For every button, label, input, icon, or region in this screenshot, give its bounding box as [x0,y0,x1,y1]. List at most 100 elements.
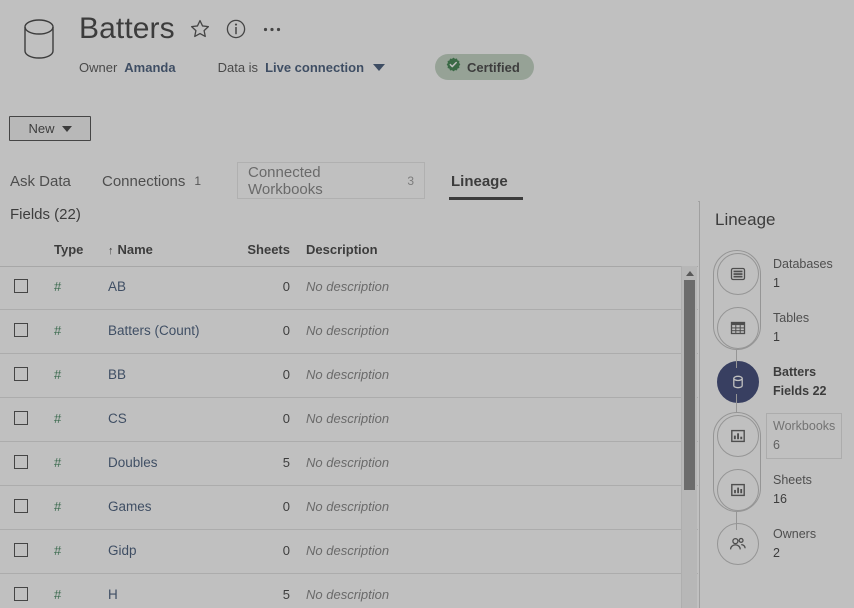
tab-connected-workbooks[interactable]: Connected Workbooks 3 [238,163,424,198]
tab-label: Ask Data [10,173,71,190]
field-sheets-count: 0 [212,543,290,558]
lineage-connector-lower [736,394,737,412]
column-header-sheets[interactable]: Sheets [212,242,290,257]
field-description: No description [306,587,606,602]
fields-scrollbar[interactable] [681,266,697,608]
scroll-up-arrow-icon[interactable] [682,266,697,280]
field-sheets-count: 0 [212,411,290,426]
field-sheets-count: 5 [212,455,290,470]
tab-connections[interactable]: Connections 1 [92,163,226,199]
info-circle-icon[interactable] [225,18,247,40]
row-checkbox[interactable] [14,499,36,516]
lineage-label-value: Fields 22 [773,382,827,401]
table-row[interactable]: # Doubles 5 No description [0,442,698,486]
table-row[interactable]: #H5No description [0,574,698,608]
lineage-node-label[interactable]: Batters Fields 22 [767,360,833,404]
owner-label: Owner [79,60,117,75]
field-description: No description [306,411,606,426]
chevron-down-icon [62,126,72,132]
field-sheets-count: 0 [212,367,290,382]
certified-seal-icon [446,57,461,77]
table-row[interactable]: #BB0No description [0,354,698,398]
field-description: No description [306,279,606,294]
status-badge[interactable]: Certified [435,54,534,80]
star-icon[interactable] [189,18,211,40]
lineage-label-value: 1 [773,328,809,347]
connection-type-value[interactable]: Live connection [265,60,364,75]
fields-table-body: #AB0No description#Batters (Count)0No de… [0,266,698,608]
lineage-label-text: Databases [773,257,833,271]
tab-count: 1 [194,174,201,188]
ellipsis-icon[interactable] [261,18,283,40]
page-title: Batters [79,10,175,48]
lineage-label-value: 2 [773,544,816,563]
tab-label: Connected Workbooks [248,164,398,198]
field-type-icon: # [54,323,94,338]
table-row[interactable]: # Batters (Count) 0 No description [0,310,698,354]
lineage-connector-upper [736,350,737,368]
field-name-label: Batters (Count) [108,323,200,338]
lineage-node-batters[interactable]: Batters Fields 22 [700,354,854,408]
table-row[interactable]: #Games0No description [0,486,698,530]
row-checkbox[interactable] [14,587,36,604]
column-header-name-label: Name [118,242,153,257]
field-type-icon: # [54,279,94,294]
lineage-label-value: 16 [773,490,812,509]
datasource-page: Batters [0,0,854,608]
lineage-node-label[interactable]: Owners2 [767,522,822,566]
scrollbar-thumb[interactable] [684,280,695,490]
column-header-type[interactable]: Type [54,242,94,257]
field-type-icon: # [54,455,94,470]
row-checkbox[interactable] [14,411,36,428]
lineage-label-text: Batters [773,365,816,379]
field-description: No description [306,543,606,558]
row-checkbox[interactable] [14,279,36,296]
lineage-label-text: Tables [773,311,809,325]
certified-label: Certified [467,60,520,75]
table-row[interactable]: # Gidp 0 No description [0,530,698,574]
field-sheets-count: 0 [212,323,290,338]
field-type-icon: # [54,411,94,426]
owner-value[interactable]: Amanda [124,60,175,75]
field-sheets-count: 5 [212,587,290,602]
database-cylinder-icon [22,16,56,62]
chevron-down-icon[interactable] [373,64,385,71]
field-description: No description [306,367,606,382]
tab-count: 3 [407,174,414,188]
row-checkbox[interactable] [14,543,36,560]
lineage-node-owners[interactable]: Owners2 [700,516,854,570]
lineage-label-text: Sheets [773,473,812,487]
field-name-label: Gidp [108,543,137,558]
field-sheets-count: 0 [212,499,290,514]
field-name-label: H [108,587,118,602]
field-type-icon: # [54,543,94,558]
tab-ask-data[interactable]: Ask Data [0,163,92,199]
lineage-group-downstream [713,412,761,512]
column-header-description[interactable]: Description [306,242,606,257]
lineage-node-label[interactable]: Databases1 [767,252,839,296]
field-name-label: Doubles [108,455,158,470]
table-row[interactable]: #CS0No description [0,398,698,442]
field-description: No description [306,455,606,470]
field-type-icon: # [54,499,94,514]
lineage-node-label[interactable]: Sheets 16 [767,468,818,512]
new-button[interactable]: New [9,116,91,141]
owners-icon[interactable] [717,523,759,565]
lineage-node-list: Databases1 Tables 1 Batters Fields 22 Workboo… [700,246,854,570]
datasource-icon[interactable] [717,361,759,403]
tab-bar: Ask Data Connections 1 Connected Workbooks 3… [0,163,854,202]
row-checkbox[interactable] [14,367,36,384]
row-checkbox[interactable] [14,455,36,472]
tab-lineage[interactable]: Lineage [441,163,531,199]
metadata-row: Owner Amanda Data is Live connection Cer… [79,56,534,78]
tab-label: Connections [102,173,185,190]
lineage-label-text: Workbooks [773,419,835,433]
sort-ascending-icon: ↑ [108,245,114,257]
field-description: No description [306,323,606,338]
lineage-node-label[interactable]: Tables 1 [767,306,815,350]
tab-label: Lineage [451,173,508,190]
row-checkbox[interactable] [14,323,36,340]
table-row[interactable]: #AB0No description [0,266,698,310]
lineage-node-label[interactable]: Workbooks6 [767,414,841,458]
lineage-connector-bottom [736,512,737,530]
